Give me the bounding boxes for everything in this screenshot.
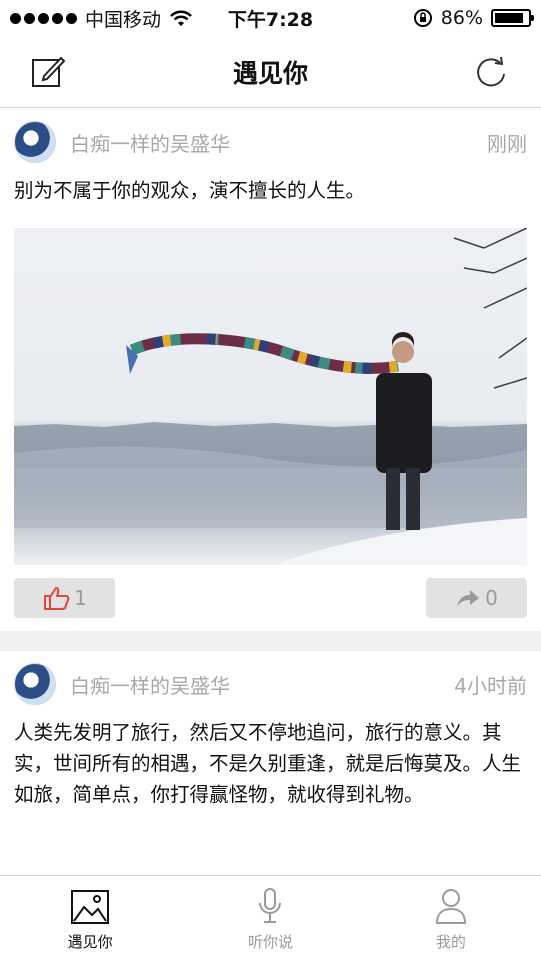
post-feed[interactable]: 白痴一样的吴盛华 刚刚 别为不属于你的观众，演不擅长的人生。 1 0 白痴一样的… [0, 109, 541, 875]
rotation-lock-icon [413, 9, 432, 27]
signal-strength-icon [10, 12, 77, 24]
post-text: 别为不属于你的观众，演不擅长的人生。 [14, 179, 366, 202]
battery-percent: 86% [440, 7, 483, 29]
card-divider [0, 631, 541, 651]
username[interactable]: 白痴一样的吴盛华 [70, 670, 230, 699]
wifi-icon [170, 10, 192, 26]
picture-icon [71, 890, 110, 924]
tab-meet-you[interactable]: 遇见你 [0, 876, 180, 960]
like-button[interactable]: 1 [14, 578, 115, 618]
share-arrow-icon [457, 590, 480, 607]
post-image[interactable] [14, 228, 527, 565]
tab-label: 遇见你 [67, 933, 113, 951]
post-text: 人类先发明了旅行，然后又不停地追问，旅行的意义。其实，世间所有的相遇，不是久别重… [14, 721, 522, 806]
battery-icon [491, 9, 534, 27]
post-card: 白痴一样的吴盛华 刚刚 别为不属于你的观众，演不擅长的人生。 1 0 [0, 109, 541, 631]
share-count: 0 [485, 586, 498, 610]
status-bar: 中国移动 下午7:28 86% [0, 0, 541, 36]
avatar[interactable] [14, 121, 56, 163]
post-time: 4小时前 [454, 673, 527, 698]
person-icon [435, 889, 466, 924]
username[interactable]: 白痴一样的吴盛华 [70, 128, 230, 157]
refresh-icon[interactable] [473, 54, 509, 90]
microphone-icon [259, 888, 282, 923]
photo-scene [14, 228, 527, 565]
compose-icon[interactable] [30, 54, 66, 90]
tab-bar: 遇见你 听你说 我的 [0, 875, 541, 960]
post-time: 刚刚 [487, 131, 527, 156]
tab-mine[interactable]: 我的 [361, 876, 541, 960]
post-header: 白痴一样的吴盛华 4小时前 [14, 651, 527, 717]
thumbs-up-icon [44, 587, 70, 610]
tab-label: 我的 [435, 933, 466, 951]
page-title: 遇见你 [232, 58, 308, 88]
navigation-bar: 遇见你 [0, 36, 541, 108]
like-count: 1 [74, 586, 87, 610]
tab-listen[interactable]: 听你说 [180, 876, 360, 960]
post-actions: 1 0 [14, 565, 527, 631]
tab-label: 听你说 [247, 933, 293, 951]
post-header: 白痴一样的吴盛华 刚刚 [14, 109, 527, 175]
post-card: 白痴一样的吴盛华 4小时前 人类先发明了旅行，然后又不停地追问，旅行的意义。其实… [0, 651, 541, 840]
avatar[interactable] [14, 663, 56, 705]
carrier-name: 中国移动 [85, 8, 162, 31]
share-button[interactable]: 0 [426, 578, 527, 618]
